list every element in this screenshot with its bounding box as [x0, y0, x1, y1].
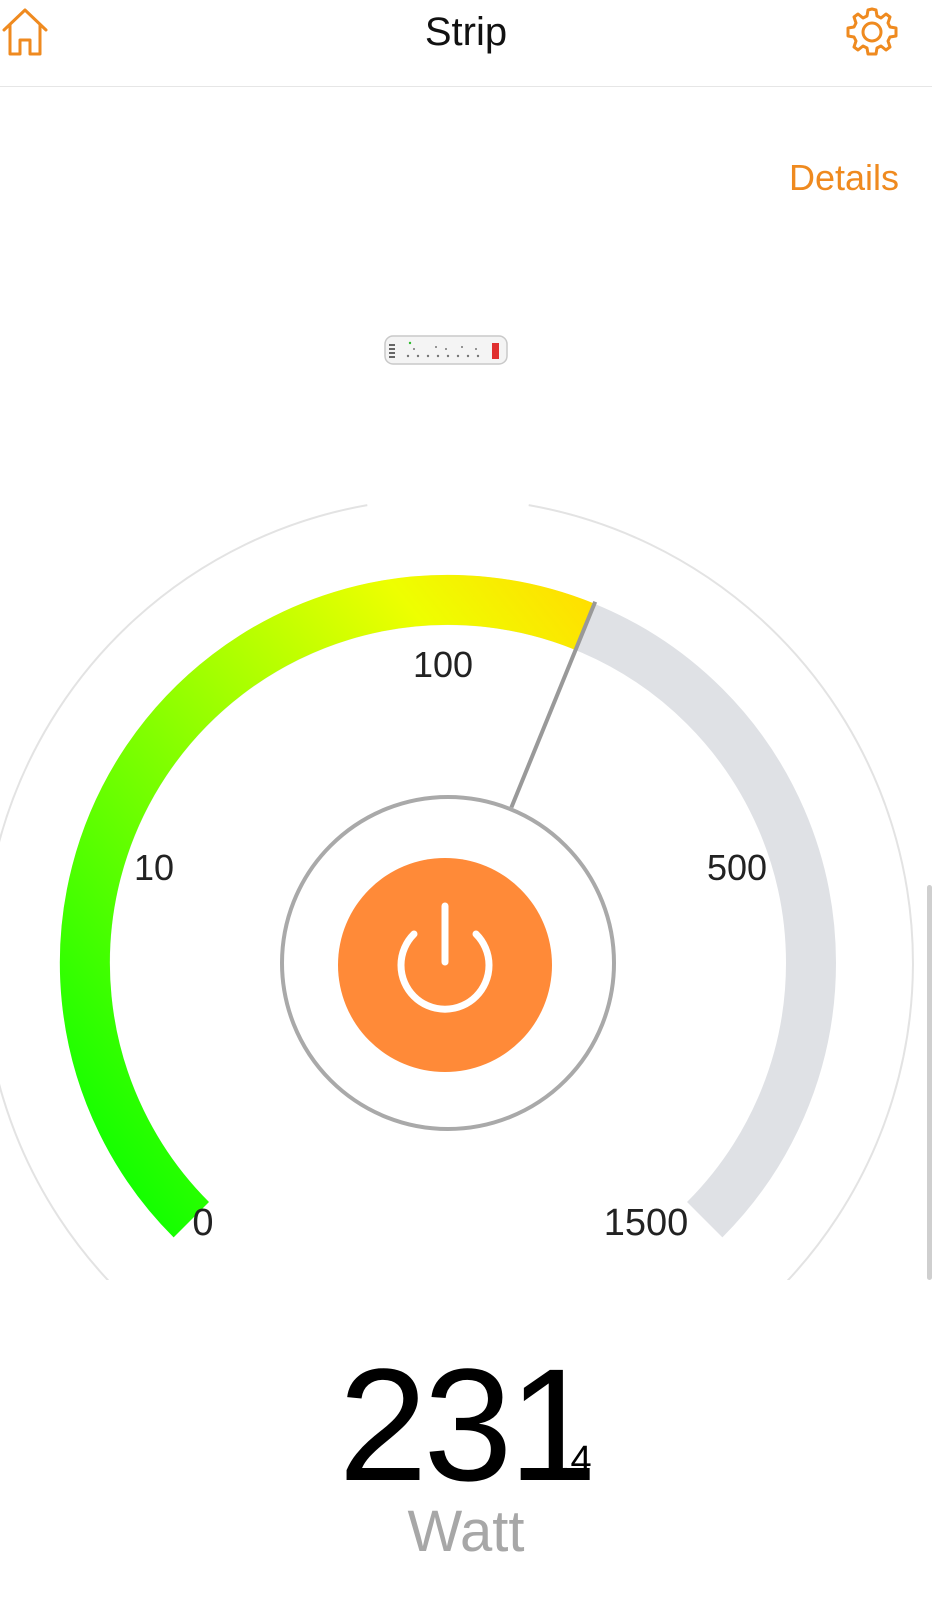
- gauge-label-500: 500: [707, 847, 767, 888]
- gear-icon: [846, 7, 898, 56]
- device-image: [384, 334, 510, 366]
- scrollbar[interactable]: [927, 885, 932, 1280]
- reading-integer: 231: [338, 1335, 598, 1514]
- gauge-label-10: 10: [134, 847, 174, 888]
- gauge-label-100: 100: [413, 644, 473, 685]
- power-strip-icon: [384, 335, 508, 365]
- page-title: Strip: [424, 10, 508, 54]
- power-button[interactable]: [338, 858, 552, 1072]
- power-icon: [397, 902, 493, 1013]
- details-link[interactable]: Details: [789, 158, 899, 198]
- gauge-label-0: 0: [192, 1202, 213, 1244]
- settings-button[interactable]: [844, 4, 900, 60]
- reading-fraction: .4: [560, 1439, 592, 1481]
- gauge-label-1500: 1500: [604, 1202, 689, 1244]
- top-bar: Strip: [0, 0, 932, 87]
- power-reading: 231 .4: [0, 1335, 932, 1514]
- reading-unit: Watt: [407, 1499, 525, 1564]
